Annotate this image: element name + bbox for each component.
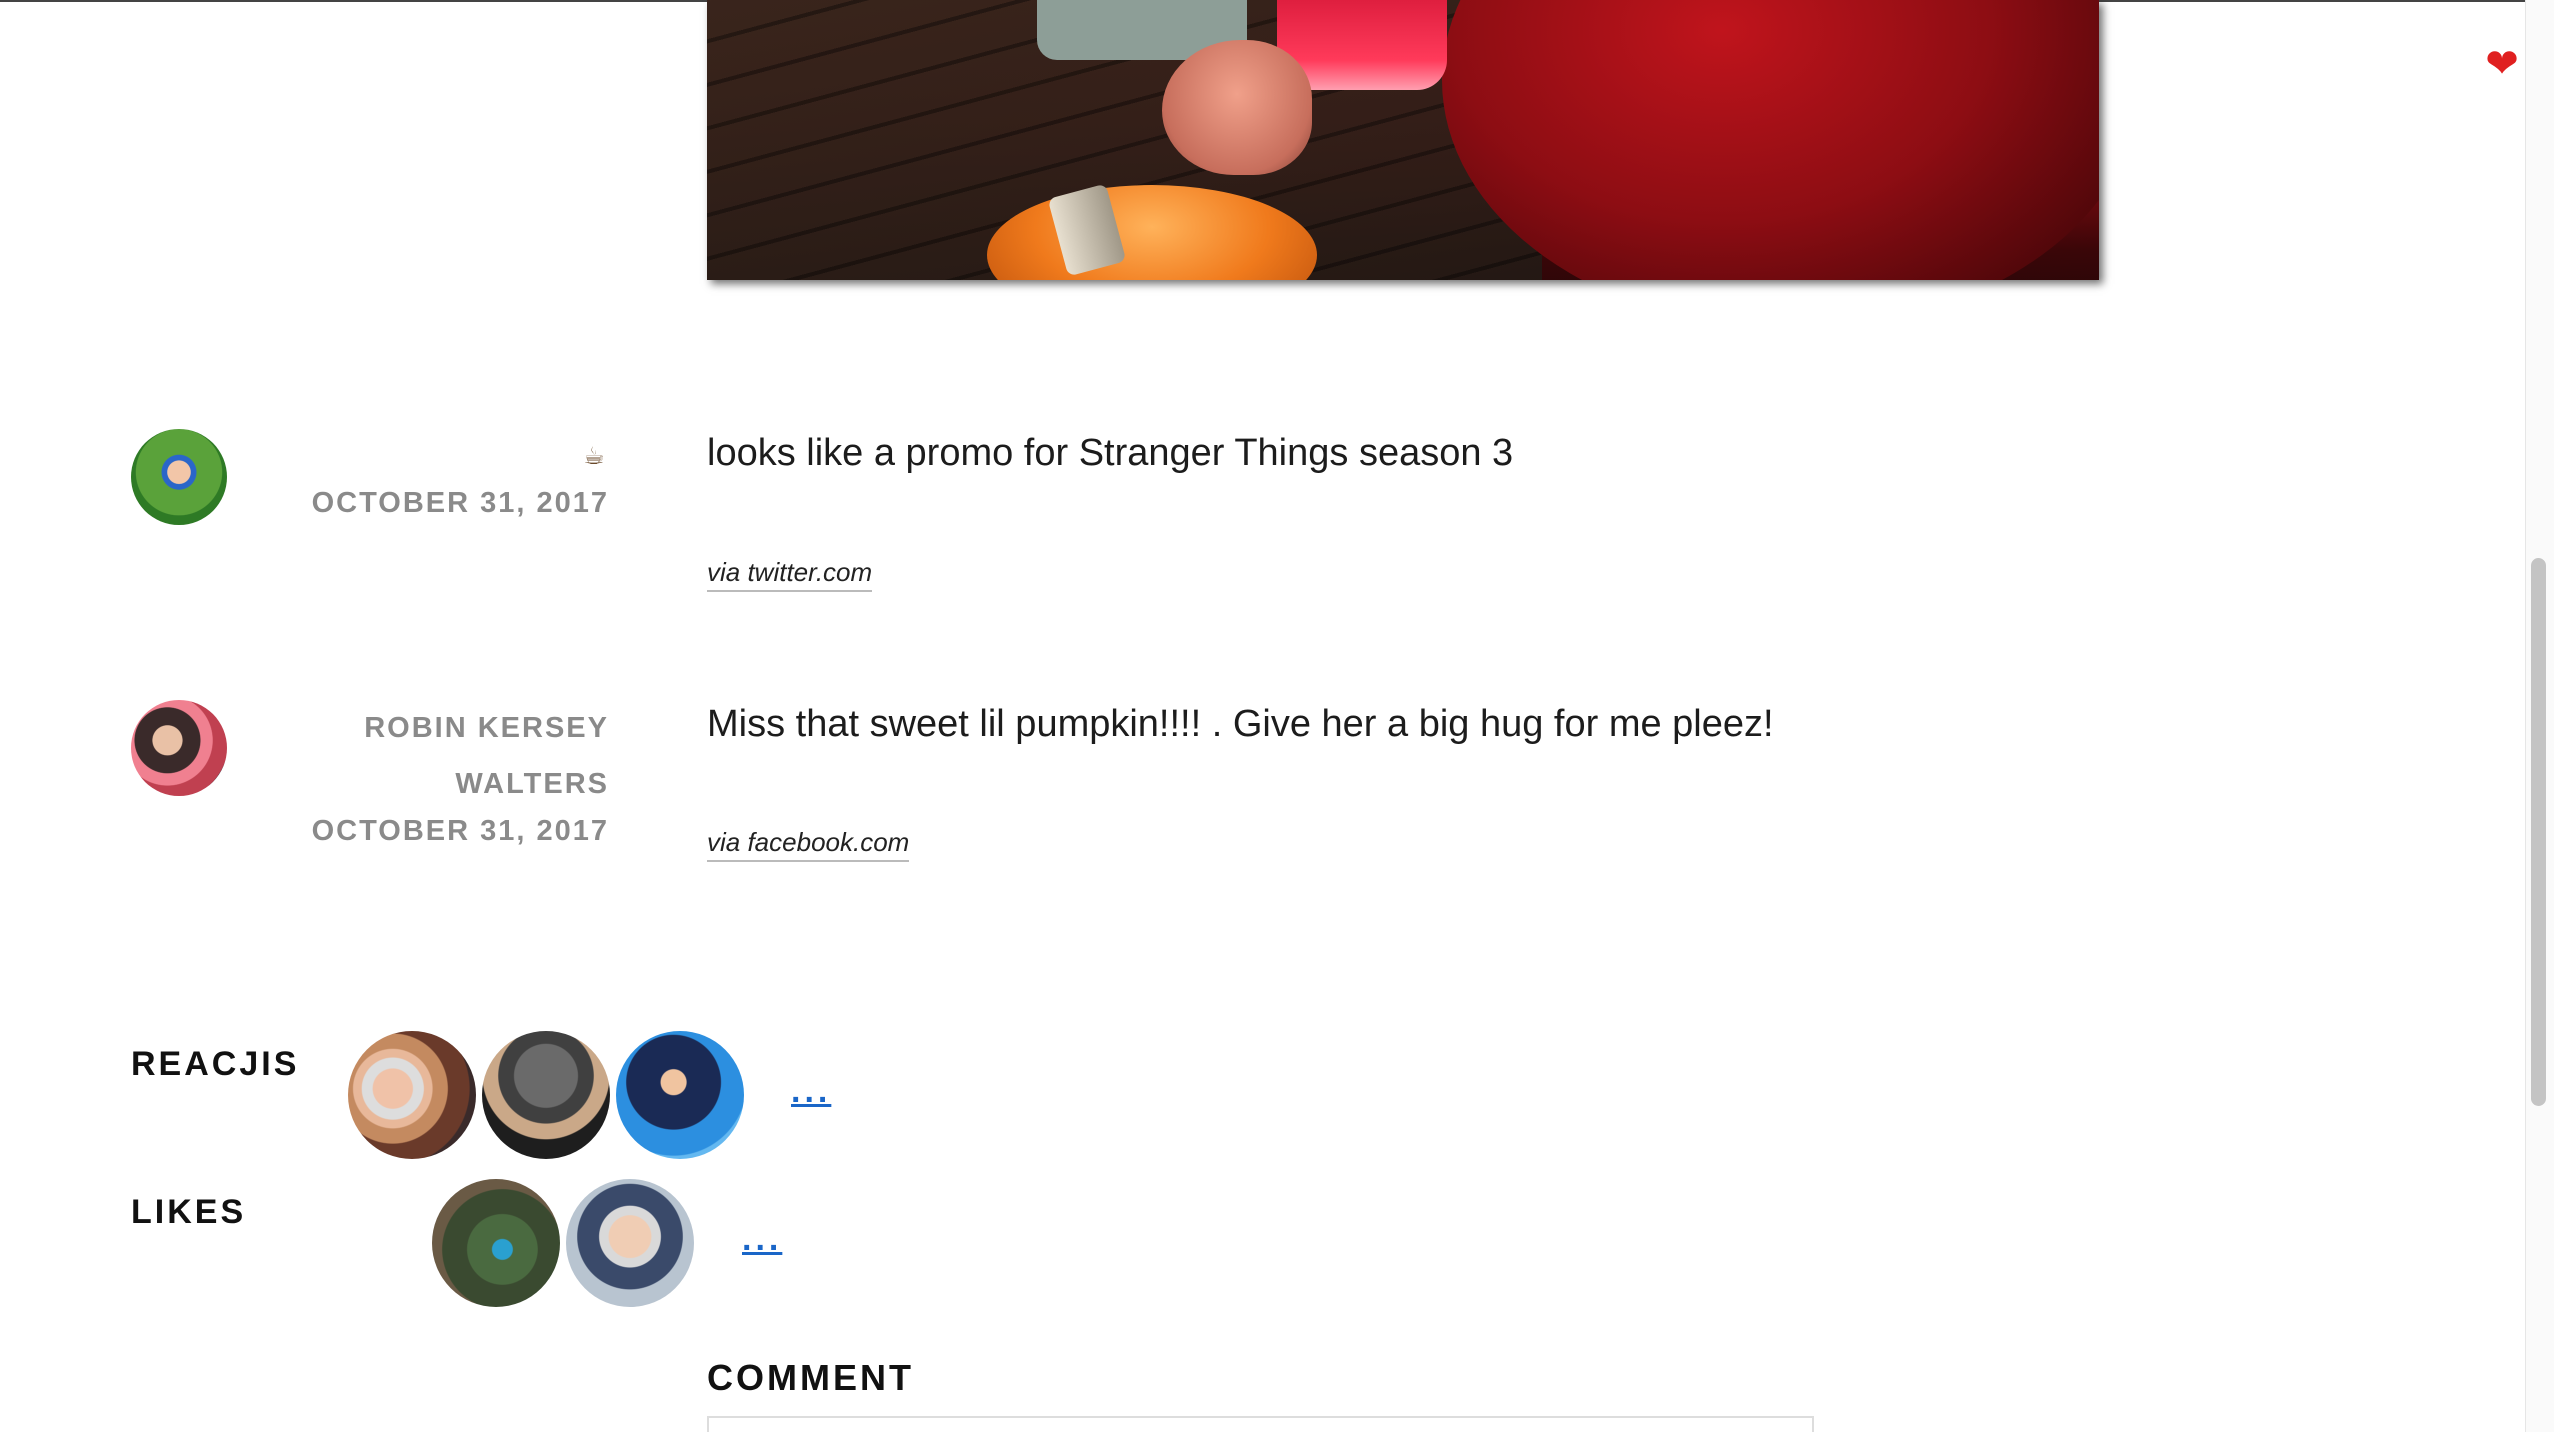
comment-text: Miss that sweet lil pumpkin!!!! . Give h… [707,703,1774,745]
reacji-avatar[interactable] [482,1031,610,1159]
likes-heading: LIKES [131,1193,247,1231]
reacji-avatar[interactable] [616,1031,744,1159]
commenter-avatar[interactable] [131,429,227,525]
comment-source-link[interactable]: via twitter.com [707,557,873,592]
more-reacjis-link[interactable]: ... [791,1072,831,1111]
more-likes-link[interactable]: ... [742,1220,782,1259]
comment-author[interactable]: ROBIN KERSEY WALTERS [349,700,609,812]
post-photo [707,0,2099,280]
comment-heading: COMMENT [707,1357,914,1398]
comment-source-link[interactable]: via facebook.com [707,827,910,862]
comment-input[interactable] [707,1416,1814,1432]
coffee-icon: ☕ [583,442,605,470]
scrollbar-thumb[interactable] [2531,558,2546,1106]
reacjis-heading: REACJIS [131,1045,300,1083]
post-page: ❤ ☕ OCTOBER 31, 2017 looks like a promo … [0,0,2554,1432]
like-avatar[interactable] [432,1179,560,1307]
commenter-avatar[interactable] [131,700,227,796]
like-avatar[interactable] [566,1179,694,1307]
comment-date[interactable]: OCTOBER 31, 2017 [312,803,609,859]
reacji-avatar[interactable] [348,1031,476,1159]
comment-date[interactable]: OCTOBER 31, 2017 [312,475,609,531]
comment-text: looks like a promo for Stranger Things s… [707,432,1514,474]
photo-hand [1162,40,1312,175]
heart-icon[interactable]: ❤ [2480,42,2524,86]
photo-red-pumpkin [1442,0,2099,280]
